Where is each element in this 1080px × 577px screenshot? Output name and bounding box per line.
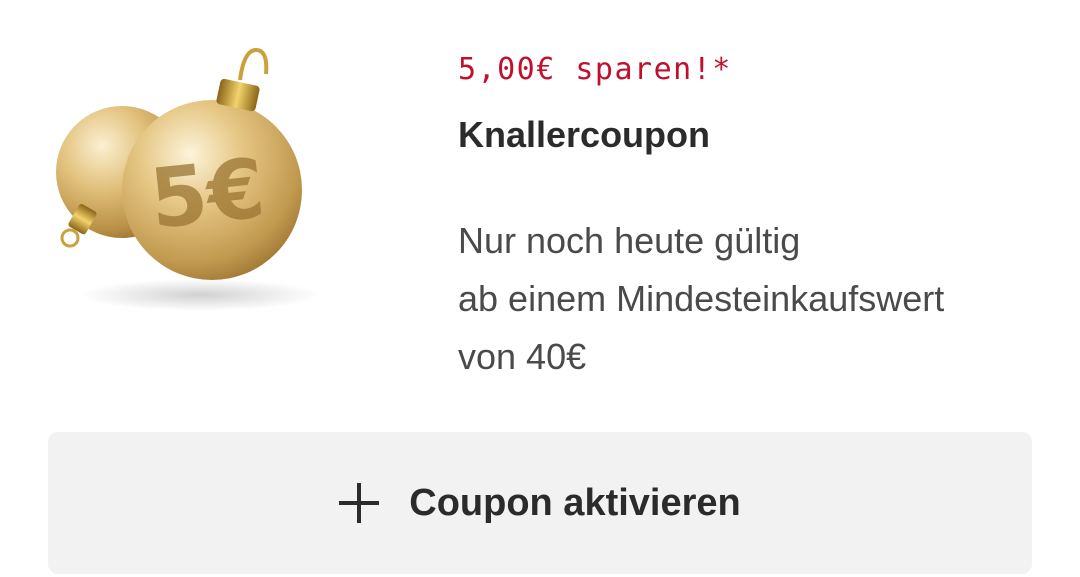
coupon-image: 5€ (40, 30, 330, 320)
christmas-ornament-icon: 5€ (56, 47, 320, 311)
savings-label: 5,00€ sparen!* (458, 52, 732, 87)
description-line: ab einem Mindesteinkaufswert (458, 278, 945, 319)
coupon-title: Knallercoupon (458, 114, 711, 155)
activate-button-label: Coupon aktivieren (409, 481, 741, 524)
description-line: von 40€ (458, 336, 587, 377)
coupon-text: 5,00€ sparen!* Knallercoupon Nur noch he… (458, 48, 1058, 386)
coupon-card: 5€ 5,00€ sparen!* Knallercoupon Nur noch… (0, 0, 1080, 577)
activate-coupon-button[interactable]: Coupon aktivieren (48, 432, 1032, 574)
svg-text:5€: 5€ (146, 141, 269, 247)
plus-icon (339, 483, 380, 523)
description-line: Nur noch heute gültig (458, 220, 801, 261)
coupon-description: Nur noch heute gültig ab einem Mindestei… (458, 212, 1058, 386)
